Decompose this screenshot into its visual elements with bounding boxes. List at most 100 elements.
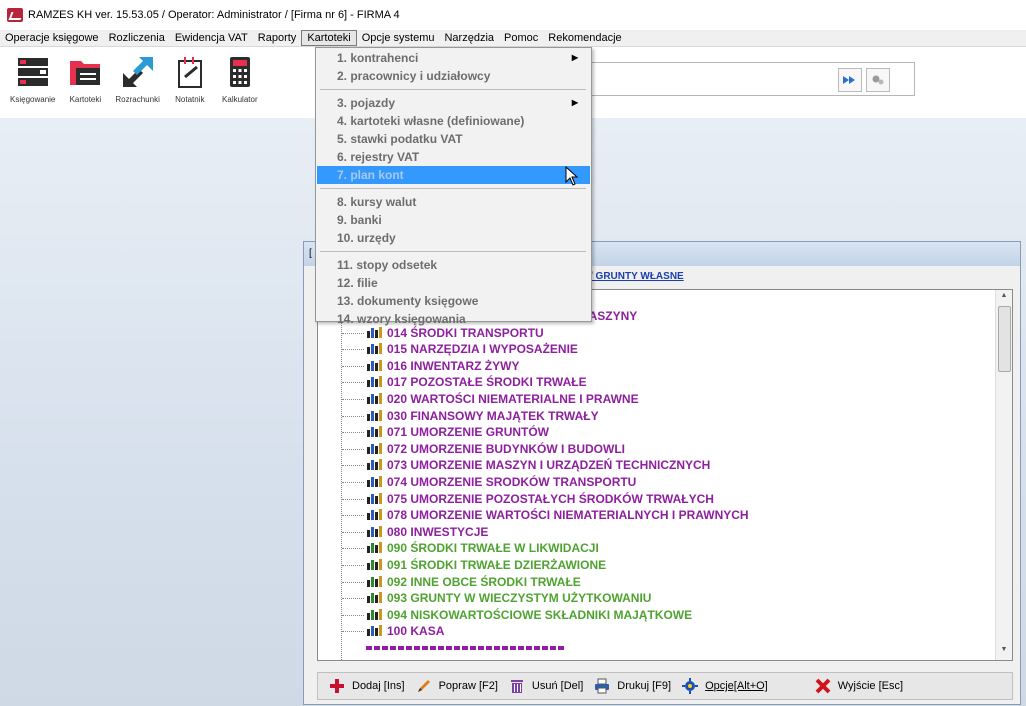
menu-rekomendacje[interactable]: Rekomendacje	[543, 31, 626, 45]
tree-row[interactable]: 015 NARZĘDZIA I WYPOSAŻENIE	[342, 341, 578, 357]
account-icon	[367, 343, 382, 355]
menu-item-15[interactable]: 12. filie	[317, 274, 590, 292]
menu-ewidencja-vat[interactable]: Ewidencja VAT	[170, 31, 253, 45]
tree-row[interactable]: 093 GRUNTY W WIECZYSTYM UŻYTKOWANIU	[342, 590, 651, 606]
menu-kartoteki[interactable]: Kartoteki	[301, 30, 357, 46]
scroll-down-icon[interactable]: ▼	[999, 646, 1009, 656]
tree-row[interactable]: 080 INWESTYCJE	[342, 524, 488, 540]
tree-row[interactable]: 074 UMORZENIE SRODKÓW TRANSPORTU	[342, 474, 636, 490]
account-icon	[367, 426, 382, 438]
account-icon	[367, 592, 382, 604]
calculator-icon	[220, 52, 260, 92]
action-button-plus[interactable]: Dodaj [Ins]	[328, 675, 405, 697]
menu-item-label: 9. banki	[337, 213, 382, 227]
menu-item-16[interactable]: 13. dokumenty księgowe	[317, 292, 590, 310]
menu-item-14[interactable]: 11. stopy odsetek	[317, 256, 590, 274]
toolbar-kartoteki-button[interactable]: Kartoteki	[65, 52, 105, 112]
menu-opcje-systemu[interactable]: Opcje systemu	[357, 31, 440, 45]
account-icon	[367, 393, 382, 404]
action-button-trash[interactable]: Usuń [Del]	[508, 675, 583, 697]
tree-row[interactable]: 091 ŚRODKI TRWAŁE DZIERŻAWIONE	[342, 557, 607, 573]
menu-item-12[interactable]: 10. urzędy	[317, 229, 590, 247]
tree-row[interactable]: 078 UMORZENIE WARTOŚCI NIEMATERIALNYCH I…	[342, 507, 749, 523]
menu-item-7[interactable]: 6. rejestry VAT	[317, 148, 590, 166]
scroll-up-icon[interactable]: ▲	[999, 292, 1009, 302]
tree-connector	[342, 465, 364, 467]
action-button-label: Usuń [Del]	[531, 680, 584, 692]
menu-item-11[interactable]: 9. banki	[317, 211, 590, 229]
menu-operacje-księgowe[interactable]: Operacje księgowe	[0, 31, 104, 45]
tree-connector	[342, 332, 364, 334]
account-label: 100 KASA	[387, 624, 445, 639]
menu-item-label: 5. stawki podatku VAT	[337, 132, 463, 146]
tree-row[interactable]: 017 POZOSTAŁE ŚRODKI TRWAŁE	[342, 374, 587, 390]
account-icon	[367, 625, 382, 637]
menu-item-2[interactable]: 2. pracownicy i udziałowcy	[317, 67, 590, 85]
accounts-tree[interactable]: ▲ ▼ 013 URZĄDZENIA TECHNICZNE I MASZYNY0…	[317, 289, 1013, 661]
toolbar-notatnik-button[interactable]: Notatnik	[170, 52, 210, 112]
menu-pomoc[interactable]: Pomoc	[499, 31, 543, 45]
toolbar-label: Rozrachunki	[115, 95, 160, 104]
account-label: 030 FINANSOWY MAJĄTEK TRWAŁY	[387, 408, 599, 423]
search-input[interactable]	[592, 63, 826, 95]
account-icon	[367, 509, 382, 521]
search-settings-button[interactable]	[866, 68, 890, 92]
tree-connector	[342, 482, 364, 483]
menu-item-17[interactable]: 14. wzory księgowania	[317, 310, 590, 328]
tree-row[interactable]: 016 INWENTARZ ŻYWY	[342, 358, 519, 374]
tree-row[interactable]: 020 WARTOŚCI NIEMATERIALNE I PRAWNE	[342, 391, 639, 407]
menu-item-4[interactable]: 3. pojazdy ▶	[317, 94, 590, 112]
title-bar: RAMZES KH ver. 15.53.05 / Operator: Admi…	[0, 0, 1026, 31]
menu-raporty[interactable]: Raporty	[253, 31, 302, 45]
tree-connector	[342, 498, 364, 500]
close-icon	[814, 677, 832, 695]
tree-connector	[342, 565, 364, 566]
account-label: 072 UMORZENIE BUDYNKÓW I BUDOWLI	[387, 441, 626, 456]
menu-item-10[interactable]: 8. kursy walut	[317, 193, 590, 211]
tree-row[interactable]: 075 UMORZENIE POZOSTAŁYCH ŚRODKÓW TRWAŁY…	[342, 491, 714, 507]
menu-item-5[interactable]: 4. kartoteki własne (definiowane)	[317, 112, 590, 130]
toolbar-kalkulator-button[interactable]: Kalkulator	[220, 52, 260, 112]
tree-connector	[342, 531, 364, 533]
menu-item-8[interactable]: 7. plan kont	[317, 166, 590, 184]
tree-row[interactable]: 072 UMORZENIE BUDYNKÓW I BUDOWLI	[342, 441, 626, 457]
tree-row[interactable]: 030 FINANSOWY MAJĄTEK TRWAŁY	[342, 408, 599, 424]
pencil-icon	[415, 677, 433, 695]
tree-row[interactable]: 100 KASA	[342, 623, 445, 639]
account-label: 091 ŚRODKI TRWAŁE DZIERŻAWIONE	[387, 558, 607, 572]
search-go-button[interactable]	[838, 68, 862, 92]
account-icon	[367, 542, 382, 554]
action-button-label: Popraw [F2]	[438, 680, 498, 692]
menu-item-label: 7. plan kont	[337, 168, 404, 182]
menu-item-6[interactable]: 5. stawki podatku VAT	[317, 130, 590, 148]
action-button-pencil[interactable]: Popraw [F2]	[415, 675, 498, 697]
submenu-arrow-icon: ▶	[571, 53, 578, 62]
vertical-scrollbar[interactable]: ▲ ▼	[995, 290, 1012, 660]
menu-narzędzia[interactable]: Narzędzia	[439, 31, 499, 45]
tree-connector	[342, 349, 364, 351]
tree-connector	[342, 515, 364, 517]
action-button-gear[interactable]: Opcje[Alt+O]	[681, 675, 768, 697]
toolbar-rozrachunki-button[interactable]: Rozrachunki	[115, 52, 160, 112]
account-label: 092 INNE OBCE ŚRODKI TRWAŁE	[387, 574, 581, 589]
tree-row[interactable]: 071 UMORZENIE GRUNTÓW	[342, 424, 549, 440]
tree-row[interactable]: 092 INNE OBCE ŚRODKI TRWAŁE	[342, 574, 581, 590]
tree-row[interactable]: 073 UMORZENIE MASZYN I URZĄDZEŃ TECHNICZ…	[342, 457, 711, 473]
account-icon	[367, 608, 382, 620]
menu-item-1[interactable]: 1. kontrahenci ▶	[317, 49, 590, 67]
account-label: 017 POZOSTAŁE ŚRODKI TRWAŁE	[387, 375, 587, 390]
gears-icon	[872, 75, 884, 85]
menu-bar: Operacje księgowe Rozliczenia Ewidencja VA…	[0, 30, 1026, 47]
breadcrumb-link[interactable]: / GRUNTY WŁASNE	[590, 271, 684, 282]
action-button-printer[interactable]: Drukuj [F9]	[593, 675, 671, 697]
menu-rozliczenia[interactable]: Rozliczenia	[104, 31, 170, 45]
account-label: 073 UMORZENIE MASZYN I URZĄDZEŃ TECHNICZ…	[387, 458, 711, 473]
toolbar-księgowanie-button[interactable]: Księgowanie	[10, 52, 55, 112]
account-label: 078 UMORZENIE WARTOŚCI NIEMATERIALNYCH I…	[387, 508, 749, 523]
tree-row[interactable]: 090 ŚRODKI TRWAŁE W LIKWIDACJI	[342, 540, 599, 556]
menu-item-label: 6. rejestry VAT	[337, 150, 420, 164]
action-button-close[interactable]: Wyjście [Esc]	[814, 675, 903, 697]
action-button-label: Wyjście [Esc]	[837, 680, 904, 692]
scrollbar-thumb[interactable]	[998, 306, 1011, 372]
tree-row[interactable]: 094 NISKOWARTOŚCIOWE SKŁADNIKI MAJĄTKOWE	[342, 607, 692, 623]
